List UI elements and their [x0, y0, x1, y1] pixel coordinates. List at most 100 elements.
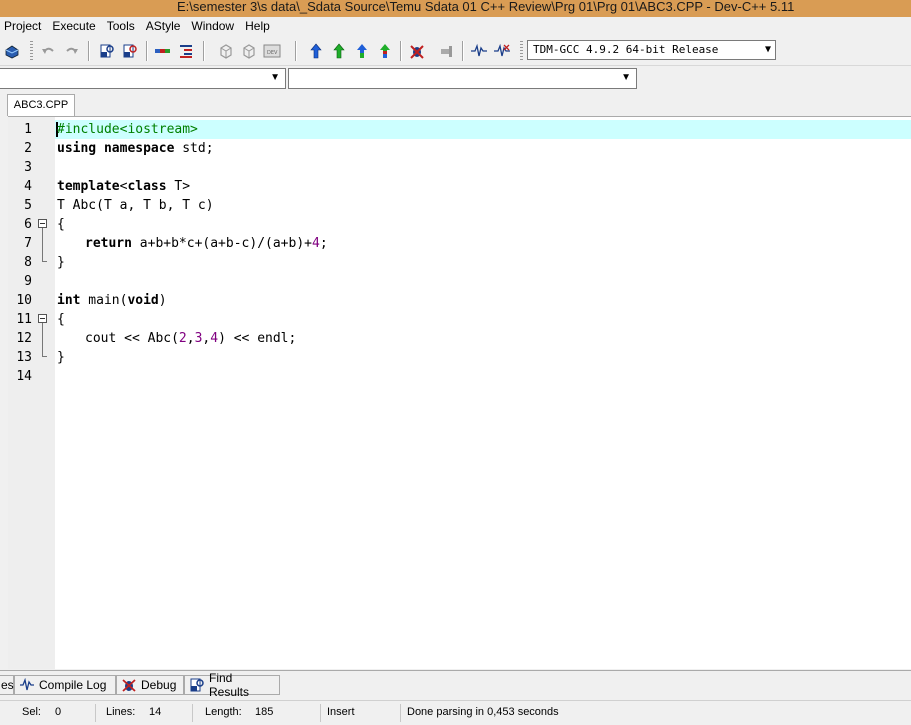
code-token: cout << Abc( — [85, 331, 179, 346]
line-number: 9 — [24, 274, 32, 289]
fold-guide — [42, 323, 43, 356]
code-line-7: 7 return a+b+b*c+(a+b-c)/(a+b)+4; — [8, 234, 911, 253]
code-editor[interactable]: 1 #include<iostream> 2 using namespace s… — [8, 116, 911, 669]
find-icon[interactable] — [97, 41, 117, 61]
menu-project[interactable]: Project — [0, 17, 48, 36]
redo-icon[interactable] — [62, 41, 82, 61]
keyword: template — [57, 179, 120, 194]
keyword: class — [127, 179, 167, 194]
tab-label: Debug — [141, 678, 177, 692]
rebuild-icon[interactable] — [375, 41, 395, 61]
run-icon[interactable] — [329, 41, 349, 61]
line-number: 4 — [24, 179, 32, 194]
main-toolbar: DEV TDM-GCC 4.9.2 64-bit Release ▼ — [0, 36, 911, 66]
code-token: std; — [174, 141, 214, 156]
number-literal: 4 — [210, 331, 219, 346]
code-line-9: 9 — [8, 272, 911, 291]
indent-icon[interactable] — [176, 41, 196, 61]
length-value: 185 — [255, 706, 274, 718]
lines-label: Lines: — [106, 706, 136, 718]
code-token: ) — [158, 293, 167, 308]
status-divider — [320, 704, 321, 722]
goto-bookmark-icon[interactable] — [239, 41, 259, 61]
chevron-down-icon: ▼ — [270, 72, 280, 83]
code-line-6: 6 { — [8, 215, 911, 234]
svg-text:DEV: DEV — [267, 50, 278, 56]
status-message: Done parsing in 0,453 seconds — [407, 706, 559, 718]
editor-tab-strip: ABC3.CPP — [0, 92, 911, 116]
compiler-select[interactable]: TDM-GCC 4.9.2 64-bit Release ▼ — [527, 40, 776, 60]
code-line-3: 3 — [8, 158, 911, 177]
toolbar-separator — [295, 41, 297, 61]
tab-debug[interactable]: Debug — [116, 675, 184, 695]
undo-icon[interactable] — [38, 41, 58, 61]
line-number: 1 — [24, 122, 32, 137]
profile-icon[interactable] — [469, 41, 489, 61]
sel-value: 0 — [55, 706, 62, 718]
insert-icon[interactable] — [153, 41, 173, 61]
tab-abc3-cpp[interactable]: ABC3.CPP — [7, 94, 75, 116]
toolbar-separator — [88, 41, 90, 61]
toggle-bookmark-icon[interactable] — [216, 41, 236, 61]
tab-partial[interactable]: es — [0, 675, 14, 695]
code-text: template<class T> — [57, 177, 190, 196]
line-number: 14 — [16, 369, 32, 384]
menu-astyle[interactable]: AStyle — [142, 17, 188, 36]
status-divider — [400, 704, 401, 722]
menu-window[interactable]: Window — [187, 17, 241, 36]
code-token: main( — [80, 293, 128, 308]
keyword: int — [57, 293, 81, 308]
code-line-14: 14 — [8, 367, 911, 386]
project-icon[interactable] — [2, 41, 22, 61]
compile-icon[interactable] — [306, 41, 326, 61]
code-line-8: 8 } — [8, 253, 911, 272]
class-select[interactable]: ▼ — [0, 68, 286, 89]
compile-run-icon[interactable] — [352, 41, 372, 61]
code-line-12: 12 cout << Abc(2,3,4) << endl; — [8, 329, 911, 348]
code-token: ; — [319, 236, 328, 251]
menu-execute[interactable]: Execute — [48, 17, 102, 36]
code-token: ) << endl; — [218, 331, 297, 346]
code-text: return a+b+b*c+(a+b-c)/(a+b)+4; — [85, 234, 328, 253]
code-text: { — [57, 312, 65, 327]
number-literal: 4 — [311, 236, 320, 251]
compile-log-icon — [19, 678, 35, 692]
keyword: void — [127, 293, 159, 308]
replace-icon[interactable] — [120, 41, 140, 61]
stop-icon[interactable] — [437, 41, 457, 61]
code-line-5: 5 T Abc(T a, T b, T c) — [8, 196, 911, 215]
dev-icon[interactable]: DEV — [262, 41, 282, 61]
code-text: #include<iostream> — [57, 122, 198, 137]
find-icon — [189, 678, 205, 692]
function-select[interactable]: ▼ — [288, 68, 637, 89]
toolbar-grip — [520, 41, 523, 61]
fold-toggle-icon[interactable] — [38, 219, 47, 228]
toolbar-separator — [146, 41, 148, 61]
line-number: 13 — [16, 350, 32, 365]
compiler-select-value: TDM-GCC 4.9.2 64-bit Release — [533, 43, 719, 56]
code-token: , — [186, 331, 195, 346]
fold-toggle-icon[interactable] — [38, 314, 47, 323]
tab-compile-log[interactable]: Compile Log — [14, 675, 116, 695]
keyword: return — [85, 236, 132, 251]
fold-guide — [42, 261, 47, 262]
tab-find-results[interactable]: Find Results — [184, 671, 280, 699]
chevron-down-icon: ▼ — [764, 44, 771, 55]
code-text: using namespace std; — [57, 139, 214, 158]
code-text: } — [57, 255, 65, 270]
code-line-11: 11 { — [8, 310, 911, 329]
debug-icon[interactable] — [407, 41, 427, 61]
code-text: T Abc(T a, T b, T c) — [57, 198, 214, 213]
tab-label: es — [1, 678, 14, 692]
menu-tools[interactable]: Tools — [103, 17, 142, 36]
menu-help[interactable]: Help — [241, 17, 277, 36]
chevron-down-icon: ▼ — [621, 72, 631, 83]
line-number: 7 — [24, 236, 32, 251]
code-line-4: 4 template<class T> — [8, 177, 911, 196]
code-text: cout << Abc(2,3,4) << endl; — [85, 329, 296, 348]
length-label: Length: — [205, 706, 242, 718]
line-number: 8 — [24, 255, 32, 270]
line-number: 2 — [24, 141, 32, 156]
code-text: int main(void) — [57, 291, 167, 310]
profile-delete-icon[interactable] — [492, 41, 512, 61]
